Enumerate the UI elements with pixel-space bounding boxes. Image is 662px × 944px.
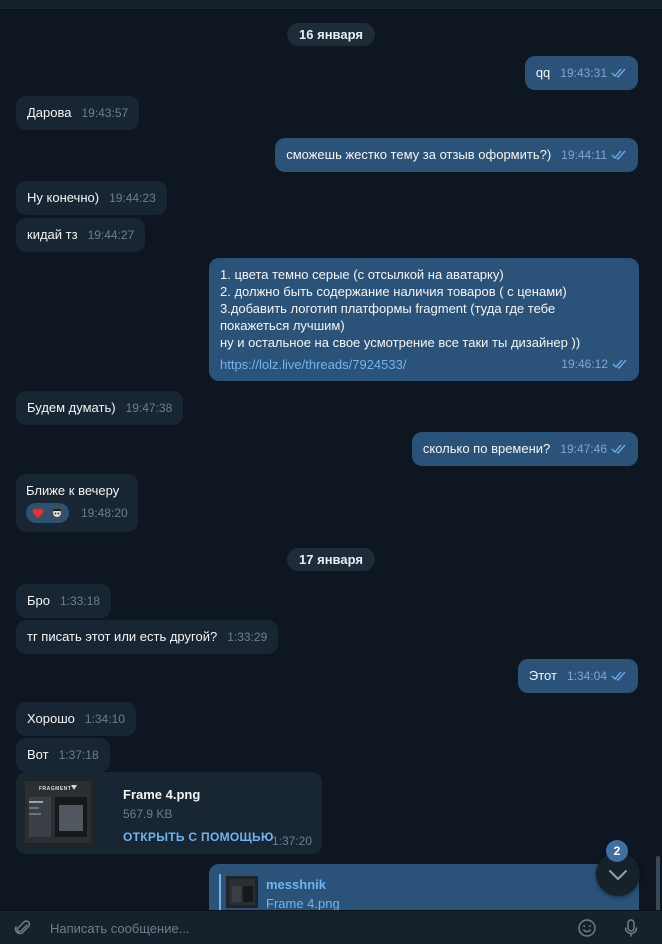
message-time: 19:43:31 <box>560 66 607 80</box>
thumbnail-caption: FRAGMENT <box>39 786 72 792</box>
reply-bar <box>219 874 221 910</box>
top-bar <box>0 0 662 10</box>
message-bubble-outgoing[interactable]: сколько по времени? 19:47:46 <box>411 432 638 466</box>
message-text: сколько по времени? <box>422 441 551 456</box>
message-bubble-incoming[interactable]: Бро 1:33:18 <box>16 584 112 618</box>
message-bubble-incoming[interactable]: Ближе к вечеру 19:48:20 <box>16 474 138 532</box>
file-name: Frame 4.png <box>123 787 201 802</box>
message-text: Ну конечно) <box>27 190 100 205</box>
attach-button[interactable] <box>10 915 36 941</box>
date-separator: 17 января <box>287 548 375 571</box>
message-bubble-incoming[interactable]: Дарова 19:43:57 <box>16 96 140 130</box>
scrollbar[interactable] <box>656 24 660 910</box>
double-check-icon <box>612 356 628 373</box>
file-size: 567.9 KB <box>123 807 173 821</box>
message-bubble-incoming[interactable]: Будем думать) 19:47:38 <box>16 391 184 425</box>
heart-reaction-icon <box>29 504 47 522</box>
message-time: 1:37:20 <box>271 834 312 848</box>
image-preview-icon <box>229 879 255 905</box>
reply-author: messhnik <box>266 877 326 892</box>
message-text: Дарова <box>27 105 72 120</box>
double-check-icon <box>611 147 627 164</box>
message-link[interactable]: https://lolz.live/threads/7924533/ <box>220 356 406 373</box>
message-bubble-outgoing[interactable]: сможешь жестко тему за отзыв оформить?) 1… <box>275 138 638 172</box>
message-bubble-outgoing[interactable]: Этот 1:34:04 <box>517 659 638 693</box>
message-time: 1:33:29 <box>227 630 268 644</box>
double-check-icon <box>611 441 627 458</box>
scrollbar-thumb[interactable] <box>656 856 660 910</box>
message-time: 1:37:18 <box>58 748 99 762</box>
double-check-icon <box>611 668 627 685</box>
double-check-icon <box>611 65 627 82</box>
message-text: Будем думать) <box>27 400 116 415</box>
message-time: 19:46:12 <box>561 357 608 371</box>
message-bubble-incoming[interactable]: тг писать этот или есть другой? 1:33:29 <box>16 620 279 654</box>
message-text-line: 2. должно быть содержание наличия товаро… <box>220 284 567 299</box>
message-text: Хорошо <box>27 711 75 726</box>
voice-button[interactable] <box>618 915 644 941</box>
message-text: Этот <box>528 668 557 683</box>
message-time: 19:48:20 <box>81 505 128 520</box>
message-text: тг писать этот или есть другой? <box>27 629 218 644</box>
message-time: 1:33:18 <box>60 594 101 608</box>
message-bubble-outgoing[interactable]: 1. цвета темно серые (с отсылкой на ават… <box>209 258 639 381</box>
message-time: 19:47:46 <box>560 442 607 456</box>
message-text-line: ну и остальное на свое усмотрение все та… <box>220 335 581 350</box>
reply-file-name: Frame 4.png <box>266 896 340 910</box>
message-bubble-incoming[interactable]: кидай тз 19:44:27 <box>16 218 146 252</box>
message-time: 19:44:11 <box>561 148 607 162</box>
message-bubble-outgoing[interactable]: qq 19:43:31 <box>524 56 638 90</box>
message-bubble-outgoing[interactable]: messhnik Frame 4.png <box>209 864 639 910</box>
message-text: Бро <box>27 593 50 608</box>
paperclip-icon <box>14 920 31 935</box>
message-bubble-incoming[interactable]: Вот 1:37:18 <box>16 738 110 772</box>
message-text-line: 1. цвета темно серые (с отсылкой на ават… <box>220 267 504 282</box>
message-input[interactable] <box>50 917 550 939</box>
message-time: 19:43:57 <box>81 106 129 120</box>
message-time: 19:44:27 <box>87 228 135 242</box>
open-with-link[interactable]: ОТКРЫТЬ С ПОМОЩЬЮ <box>123 830 274 844</box>
message-text: сможешь жестко тему за отзыв оформить?) <box>286 147 552 162</box>
unread-count-badge: 2 <box>606 840 628 862</box>
message-time: 1:34:04 <box>566 669 607 683</box>
reactions[interactable] <box>26 503 69 523</box>
smile-icon <box>578 919 596 937</box>
message-text: Вот <box>27 747 49 762</box>
message-time: 1:34:10 <box>84 712 125 726</box>
message-text: Ближе к вечеру <box>26 483 120 498</box>
message-bubble-incoming[interactable]: Ну конечно) 19:44:23 <box>16 181 167 215</box>
message-time: 19:47:38 <box>125 401 173 415</box>
message-text: кидай тз <box>27 227 78 242</box>
file-thumbnail[interactable]: FRAGMENT <box>21 777 95 847</box>
file-message[interactable]: FRAGMENT Frame 4.png 567.9 KB ОТКРЫТЬ С … <box>16 772 322 854</box>
date-separator: 16 января <box>287 23 375 46</box>
emoji-button[interactable] <box>574 915 600 941</box>
message-text-line: 3.добавить логотип платформы fragment (т… <box>220 301 556 316</box>
microphone-icon <box>624 919 638 937</box>
message-text: qq <box>535 65 551 80</box>
message-bubble-incoming[interactable]: Хорошо 1:34:10 <box>16 702 136 736</box>
message-time: 19:44:23 <box>109 191 156 205</box>
reply-thumbnail <box>226 876 258 908</box>
chat-area[interactable]: 16 января qq 19:43:31 Дарова 19:43:57 смож… <box>0 10 662 910</box>
pirate-reaction-icon <box>48 504 66 522</box>
message-text-line: покажеться лучшим) <box>220 318 345 333</box>
composer-bar <box>0 910 662 944</box>
